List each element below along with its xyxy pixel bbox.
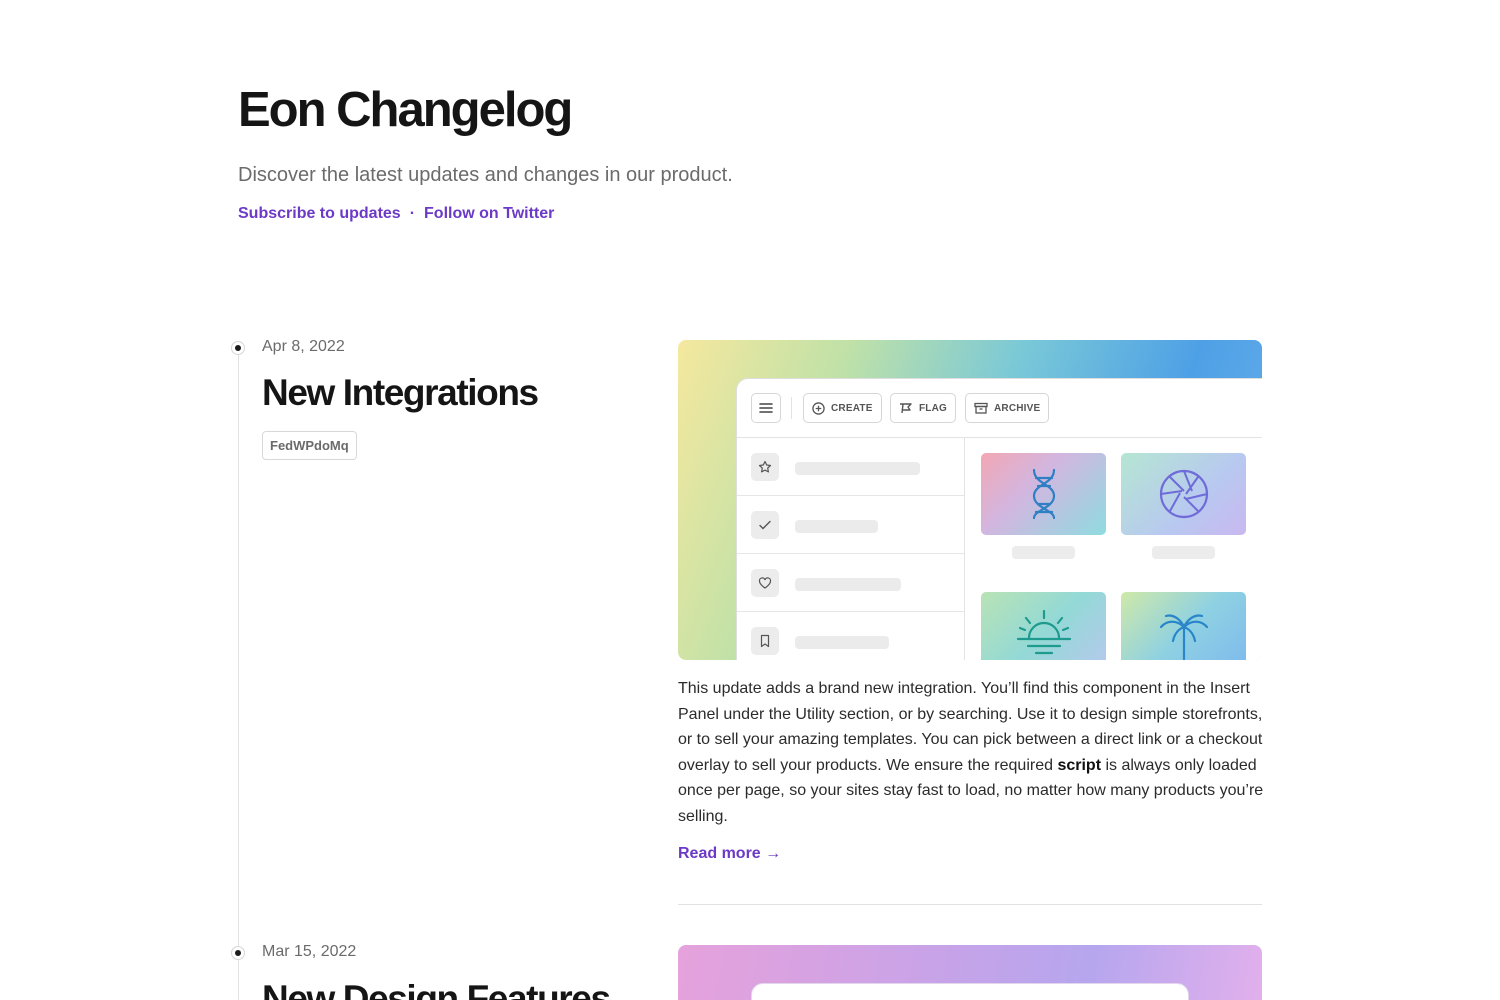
plus-circle-icon (812, 401, 825, 415)
entry-date: Apr 8, 2022 (262, 338, 345, 355)
entry-title[interactable]: New Integrations (262, 371, 539, 415)
timeline-dot (231, 341, 245, 355)
placeholder-bar (795, 578, 901, 591)
mockup-toolbar: CREATE FLAG ARCHIVE (737, 379, 1262, 438)
sunrise-icon (981, 592, 1106, 660)
app-mockup (751, 983, 1189, 1000)
mockup-list-item (737, 496, 964, 554)
page-subtitle: Discover the latest updates and changes … (238, 164, 733, 186)
mockup-create-button: CREATE (803, 393, 882, 423)
header-links: Subscribe to updates · Follow on Twitter (238, 205, 1038, 223)
timeline-line (238, 352, 239, 1000)
page-title: Eon Changelog (238, 83, 573, 137)
placeholder-bar (795, 520, 878, 533)
twitter-link[interactable]: Follow on Twitter (424, 205, 554, 223)
palm-tree-icon (1121, 592, 1246, 660)
entry-title[interactable]: New Design Features (262, 977, 611, 1000)
entry-date: Mar 15, 2022 (262, 943, 357, 960)
flag-label: FLAG (919, 402, 948, 414)
flag-icon (899, 402, 913, 414)
entry-tag: FedWPdoMq (262, 431, 357, 460)
subscribe-link[interactable]: Subscribe to updates (238, 205, 401, 223)
bookmark-icon (751, 627, 779, 655)
read-more-link[interactable]: Read more → (678, 845, 781, 863)
mockup-list-item (737, 554, 964, 612)
create-label: CREATE (831, 402, 873, 414)
entry-divider (678, 904, 1262, 905)
link-separator: · (409, 205, 416, 222)
entry-hero-image (678, 945, 1262, 1000)
entry-body-emphasis: script (1057, 756, 1102, 774)
heart-icon (751, 569, 779, 597)
entry-body: This update adds a brand new integration… (678, 676, 1264, 830)
menu-icon (751, 393, 781, 423)
tile-label-placeholder (1012, 546, 1075, 559)
entry-hero-image: CREATE FLAG ARCHIVE (678, 340, 1262, 660)
mockup-flag-button: FLAG (890, 393, 957, 423)
tile-label-placeholder (1152, 546, 1215, 559)
app-mockup: CREATE FLAG ARCHIVE (736, 378, 1262, 660)
dna-icon (981, 453, 1106, 535)
page-header: Eon Changelog Discover the latest update… (238, 82, 1038, 223)
archive-label: ARCHIVE (994, 402, 1041, 414)
check-icon (751, 511, 779, 539)
mockup-list (737, 438, 965, 660)
archive-icon (974, 402, 988, 414)
aperture-icon (1121, 453, 1246, 535)
placeholder-bar (795, 636, 889, 649)
mockup-archive-button: ARCHIVE (965, 393, 1050, 423)
placeholder-bar (795, 462, 920, 475)
mockup-list-item (737, 612, 964, 660)
star-icon (751, 453, 779, 481)
toolbar-divider (791, 397, 792, 419)
mockup-list-item (737, 438, 964, 496)
timeline-dot (231, 946, 245, 960)
